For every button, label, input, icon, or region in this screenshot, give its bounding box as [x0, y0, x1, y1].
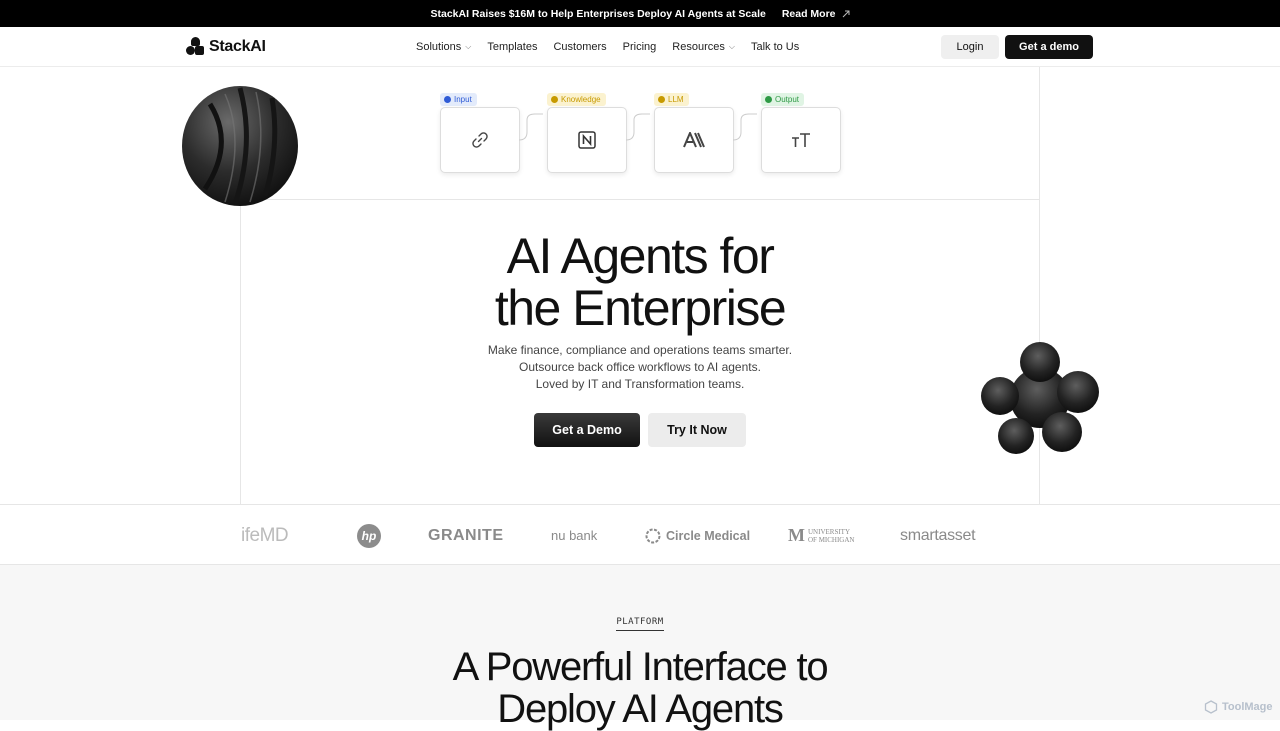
circle-medical-icon	[645, 528, 661, 543]
tag-input: Input	[440, 93, 477, 106]
stackai-logo-icon	[186, 37, 205, 56]
try-it-now-button[interactable]: Try It Now	[648, 413, 746, 447]
top-nav: StackAI Solutions ⌵ Templates Customers P…	[0, 27, 1280, 67]
tag-llm: LLM	[654, 93, 689, 106]
eyebrow-label: PLATFORM	[616, 617, 664, 631]
logo-ifemd: ifeMD	[241, 524, 289, 546]
output-dot-icon	[765, 96, 772, 103]
brand-name: StackAI	[209, 37, 266, 55]
input-dot-icon	[444, 96, 451, 103]
chevron-down-icon: ⌵	[465, 42, 472, 51]
hero-subtitle-line: Outsource back office workflows to AI ag…	[519, 360, 761, 374]
watermark-logo-icon	[1204, 700, 1218, 714]
logo-granite: GRANITE	[428, 526, 504, 544]
nav-item-label: Solutions	[416, 41, 462, 53]
hero-title-line: the Enterprise	[494, 280, 787, 336]
knowledge-dot-icon	[551, 96, 558, 103]
link-icon	[472, 132, 488, 148]
workflow-node-knowledge[interactable]	[547, 107, 627, 173]
llm-dot-icon	[658, 96, 665, 103]
nav-item-solutions[interactable]: Solutions ⌵	[416, 41, 471, 53]
tag-knowledge: Knowledge	[547, 93, 606, 106]
logo-nubank: nu bank	[551, 528, 598, 543]
notion-icon	[578, 131, 596, 149]
login-button[interactable]: Login	[941, 35, 999, 59]
watermark-text: ToolMage	[1222, 701, 1273, 713]
read-more-label: Read More	[781, 7, 836, 20]
announcement-text: StackAI Raises $16M to Help Enterprises …	[430, 7, 766, 20]
platform-title-line: Deploy AI Agents	[497, 687, 784, 731]
brand-logo[interactable]: StackAI	[186, 37, 266, 56]
michigan-m-icon: M	[788, 525, 805, 545]
nav-item-label: Pricing	[622, 41, 657, 53]
nav-item-pricing[interactable]: Pricing	[623, 41, 657, 53]
nav-item-label: Talk to Us	[750, 41, 800, 53]
logo-circle-medical: Circle Medical	[645, 505, 751, 564]
nav-item-templates[interactable]: Templates	[487, 41, 537, 53]
get-a-demo-button[interactable]: Get a demo	[1005, 35, 1093, 59]
frame-line-top	[240, 199, 1040, 200]
nav-item-label: Templates	[487, 41, 538, 53]
tag-label: Knowledge	[561, 95, 601, 104]
platform-title-line: A Powerful Interface to	[452, 645, 829, 689]
nav-item-talk-to-us[interactable]: Talk to Us	[751, 41, 799, 53]
logo-smartasset: smartasset	[900, 526, 976, 544]
hp-logo-text: hp	[357, 523, 381, 548]
text-size-icon	[792, 133, 810, 147]
nav-item-label: Customers	[553, 41, 607, 53]
chevron-down-icon: ⌵	[728, 42, 735, 51]
connector-line	[518, 113, 543, 141]
decorative-sphere-image	[182, 86, 298, 206]
hero-subtitle-line: Make finance, compliance and operations …	[487, 343, 793, 357]
hero-subtitle: Make finance, compliance and operations …	[0, 342, 1280, 393]
customer-logos-strip: ifeMD hp GRANITE nu bank Circle Medical …	[0, 504, 1280, 565]
circle-medical-text: Circle Medical	[666, 528, 751, 543]
connector-line	[625, 113, 650, 141]
anthropic-icon	[683, 132, 705, 148]
watermark: ToolMage	[1204, 700, 1273, 714]
nav-item-resources[interactable]: Resources ⌵	[672, 41, 735, 53]
tag-output: Output	[761, 93, 805, 106]
tag-label: LLM	[668, 95, 684, 104]
tag-label: Output	[775, 95, 800, 104]
workflow-node-output[interactable]	[761, 107, 841, 173]
platform-title: A Powerful Interface to Deploy AI Agents	[0, 646, 1280, 730]
platform-eyebrow: PLATFORM	[0, 617, 1280, 631]
michigan-text: UNIVERSITY OF MICHIGAN	[808, 527, 855, 544]
read-more-link[interactable]: Read More	[782, 8, 850, 20]
hero-title-line: AI Agents for	[506, 228, 775, 284]
nav-menu: Solutions ⌵ Templates Customers Pricing R…	[416, 27, 799, 67]
get-a-demo-cta-button[interactable]: Get a Demo	[534, 413, 640, 447]
workflow-node-llm[interactable]	[654, 107, 734, 173]
tag-label: Input	[454, 95, 472, 104]
hero-title: AI Agents for the Enterprise	[0, 230, 1280, 334]
logo-university-of-michigan: M UNIVERSITY OF MICHIGAN	[788, 505, 860, 564]
nav-item-customers[interactable]: Customers	[553, 41, 606, 53]
announcement-bar: StackAI Raises $16M to Help Enterprises …	[0, 0, 1280, 27]
nav-item-label: Resources	[672, 41, 725, 53]
hero-subtitle-line: Loved by IT and Transformation teams.	[535, 377, 745, 391]
workflow-node-input[interactable]	[440, 107, 520, 173]
arrow-up-right-icon	[842, 10, 850, 17]
logo-hp: hp	[357, 505, 381, 564]
connector-line	[732, 113, 757, 141]
